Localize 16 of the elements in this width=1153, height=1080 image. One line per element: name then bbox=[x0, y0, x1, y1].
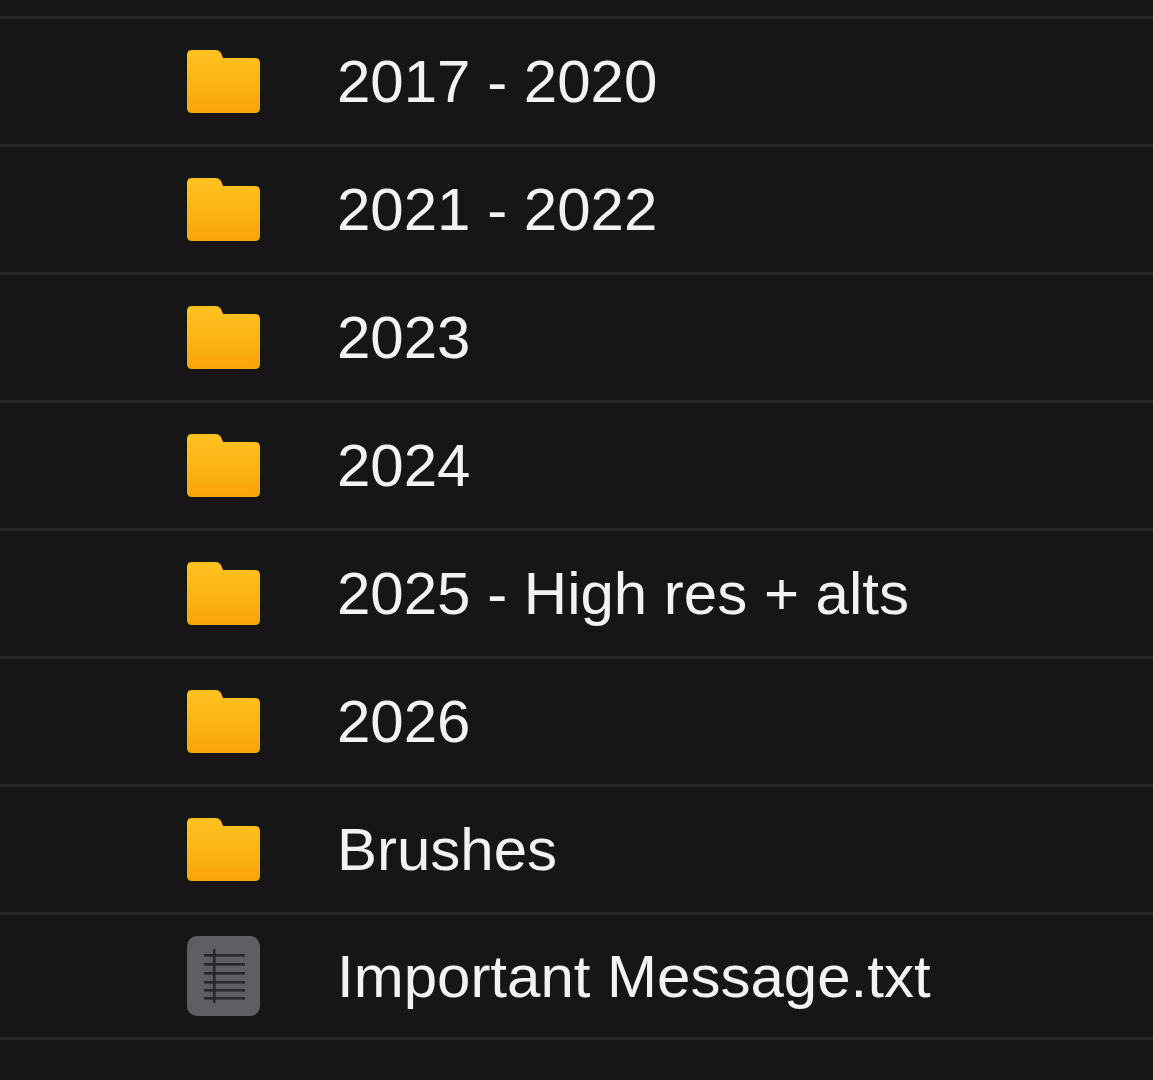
file-name[interactable]: Important Message.txt bbox=[337, 941, 931, 1011]
file-name[interactable]: 2023 bbox=[337, 303, 471, 372]
file-name[interactable]: 2024 bbox=[337, 431, 471, 500]
file-name[interactable]: Brushes bbox=[337, 815, 558, 884]
folder-icon bbox=[187, 818, 260, 881]
folder-icon bbox=[187, 690, 260, 753]
folder-icon bbox=[187, 178, 260, 241]
file-name[interactable]: 2021 - 2022 bbox=[337, 175, 658, 244]
folder-icon bbox=[187, 306, 260, 369]
file-name[interactable]: 2017 - 2020 bbox=[337, 47, 658, 116]
folder-icon bbox=[187, 562, 260, 625]
file-name[interactable]: 2025 - High res + alts bbox=[337, 559, 909, 628]
document-icon bbox=[187, 936, 260, 1016]
folder-icon bbox=[187, 434, 260, 497]
folder-icon bbox=[187, 50, 260, 113]
file-name[interactable]: 2026 bbox=[337, 687, 471, 756]
